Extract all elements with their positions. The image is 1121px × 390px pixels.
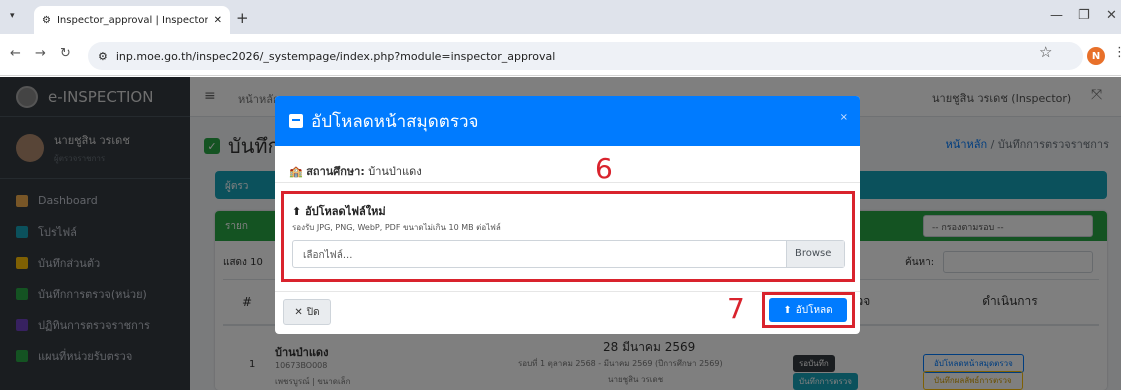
logbook-icon [289,114,303,128]
close-button-label: ปิด [306,306,320,318]
upload-section-highlight: ⬆ อัปโหลดไฟล์ใหม่ รองรับ JPG, PNG, WebP,… [281,191,855,282]
reload-icon[interactable]: ↻ [60,46,71,61]
browser-tab-bar: ▾ ⚙ Inspector_approval | Inspector ✕ + —… [0,0,1121,34]
step-annotation-7: 7 [727,292,745,325]
divider [275,182,860,183]
step-annotation-6: 6 [595,152,613,185]
restore-icon[interactable]: ❐ [1078,8,1090,23]
back-icon[interactable]: ← [10,46,21,61]
school-icon: 🏫 [289,165,303,178]
modal-header: อัปโหลดหน้าสมุดตรวจ × [275,96,860,146]
window-close-icon[interactable]: ✕ [1106,8,1117,23]
url-text: inp.moe.go.th/inspec2026/_systempage/ind… [115,49,556,63]
browser-menu-icon[interactable]: ⋮ [1113,45,1121,60]
upload-button[interactable]: ⬆ อัปโหลด [769,298,847,322]
address-bar-row: ← → ↻ ⚙ inp.moe.go.th/inspec2026/_system… [0,34,1121,76]
school-line: 🏫 สถานศึกษา: บ้านป่าแดง [289,162,422,180]
modal-title: อัปโหลดหน้าสมุดตรวจ [311,111,479,132]
file-placeholder: เลือกไฟล์... [303,250,353,261]
close-button[interactable]: ✕ ปิด [283,299,331,325]
forward-icon[interactable]: → [35,46,46,61]
school-label: สถานศึกษา: [306,165,365,178]
browser-tab[interactable]: ⚙ Inspector_approval | Inspector ✕ [34,6,230,34]
tab-search-icon[interactable]: ▾ [10,11,15,21]
upload-modal: อัปโหลดหน้าสมุดตรวจ × 🏫 สถานศึกษา: บ้านป… [275,96,860,334]
school-name: บ้านป่าแดง [368,165,422,178]
bookmark-star-icon[interactable]: ☆ [1039,43,1052,61]
site-info-icon[interactable]: ⚙ [98,50,108,63]
upload-button-highlight: ⬆ อัปโหลด [762,292,855,328]
browse-button[interactable]: Browse [786,241,844,267]
close-icon[interactable]: × [840,112,848,123]
url-field[interactable]: ⚙ inp.moe.go.th/inspec2026/_systempage/i… [88,42,1083,70]
tab-close-icon[interactable]: ✕ [214,15,222,26]
new-tab-button[interactable]: + [236,9,249,27]
site-favicon-icon: ⚙ [42,14,51,26]
profile-avatar[interactable]: N [1087,47,1105,65]
upload-icon: ⬆ [783,304,792,316]
x-icon: ✕ [294,306,303,318]
file-input[interactable]: เลือกไฟล์... Browse [292,240,845,268]
upload-section-title: ⬆ อัปโหลดไฟล์ใหม่ [292,202,386,220]
upload-hint: รองรับ JPG, PNG, WebP, PDF ขนาดไม่เกิน 1… [292,223,501,232]
upload-title-text: อัปโหลดไฟล์ใหม่ [305,205,386,218]
tab-title: Inspector_approval | Inspector [56,14,208,26]
upload-icon: ⬆ [292,205,302,218]
minimize-icon[interactable]: — [1050,8,1063,23]
upload-button-label: อัปโหลด [795,304,833,316]
